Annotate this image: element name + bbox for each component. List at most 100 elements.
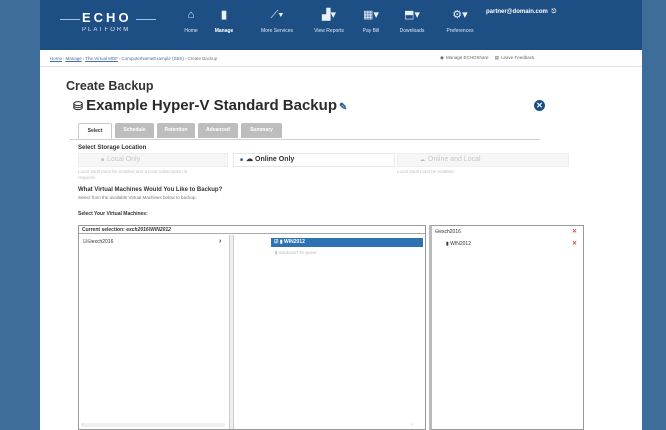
vm-browser: Current selection: exch2016\WIN2012 ☑⛁ex… bbox=[78, 225, 426, 430]
feedback-icon: ▤ bbox=[494, 55, 499, 60]
breadcrumb-manage[interactable]: Manage bbox=[66, 56, 82, 61]
top-nav-bar: ECHO PLATFORM ⌂ Home ▮ Manage ⟋▾ More Se… bbox=[40, 0, 642, 50]
nav-view-reports[interactable]: ▟▾ View Reports bbox=[306, 8, 352, 44]
breadcrumb-separator: › bbox=[185, 56, 187, 61]
reports-icon: ▟▾ bbox=[322, 9, 336, 21]
logo-line-left bbox=[60, 19, 80, 20]
storage-hint-local: Local Vault must be enabled and a local … bbox=[78, 169, 188, 180]
nav-home[interactable]: ⌂ Home bbox=[178, 8, 204, 44]
logo-line-right bbox=[136, 19, 156, 20]
echo-platform-logo[interactable]: ECHO PLATFORM bbox=[60, 10, 160, 42]
checkbox-icon[interactable]: ☑ bbox=[274, 239, 278, 245]
breadcrumb-actions: ◉ Manage ECHOShare ▤ Leave Feedback bbox=[440, 55, 534, 61]
current-selection: Current selection: exch2016\WIN2012 bbox=[79, 226, 425, 234]
vm-icon: ▮ bbox=[279, 239, 283, 245]
account-email: partner@domain.com bbox=[486, 9, 548, 15]
storage-heading: Select Storage Location bbox=[78, 145, 147, 151]
nav-label: Pay Bill bbox=[362, 28, 380, 34]
more-services-icon: ⟋▾ bbox=[270, 9, 284, 21]
nav-downloads[interactable]: ⬒▾ Downloads bbox=[393, 8, 431, 44]
scroll-right-icon[interactable]: › bbox=[411, 422, 413, 428]
host-column: ☑⛁exch2016 › ‹ bbox=[79, 235, 230, 429]
cloud-icon: ☁ bbox=[246, 156, 254, 163]
nav-label: Manage bbox=[214, 28, 234, 34]
selected-item-label: exch2016 bbox=[439, 229, 461, 235]
vm-item-win2012[interactable]: ☑ ▮ WIN2012 bbox=[271, 238, 423, 247]
vm-icon: ▮ bbox=[275, 250, 278, 255]
breadcrumb-separator: › bbox=[63, 56, 65, 61]
logout-icon[interactable]: ⎋ bbox=[552, 9, 557, 15]
radio-icon: ■ bbox=[101, 157, 105, 163]
home-icon: ⌂ bbox=[187, 9, 195, 21]
storage-option-label: Online Only bbox=[255, 156, 295, 163]
manage-icon: ▮ bbox=[220, 9, 228, 21]
expand-arrow-icon[interactable]: › bbox=[219, 238, 221, 245]
breadcrumb-bar: Home›Manage›The Virtual MDF›ComputerName… bbox=[40, 54, 642, 64]
nav-label: Downloads bbox=[399, 28, 425, 34]
downloads-icon: ⬒▾ bbox=[404, 9, 420, 21]
vm-column: ☑ ▮ WIN2012 ▮ windows7-hr-guest bbox=[235, 235, 425, 429]
nav-label: Preferences bbox=[446, 28, 474, 34]
storage-option-local-only[interactable]: ■ Local Only bbox=[78, 153, 228, 167]
leave-feedback-link[interactable]: Leave Feedback bbox=[501, 55, 534, 60]
breadcrumb: Home›Manage›The Virtual MDF›ComputerName… bbox=[50, 56, 217, 61]
share-icon: ◉ bbox=[440, 55, 444, 60]
edit-icon[interactable]: ✎ bbox=[339, 102, 347, 113]
storage-option-label: Local Only bbox=[107, 156, 141, 163]
selected-host-exch2016: ⛁exch2016 bbox=[435, 229, 461, 235]
backup-name-heading: ⛁ Example Hyper-V Standard Backup ✎ bbox=[73, 97, 347, 114]
vm-item-windows7[interactable]: ▮ windows7-hr-guest bbox=[275, 250, 317, 256]
pay-bill-icon: ▦▾ bbox=[363, 9, 379, 21]
nav-label: View Reports bbox=[314, 28, 344, 34]
host-label: exch2016 bbox=[91, 239, 114, 245]
host-item-exch2016[interactable]: ☑⛁exch2016 bbox=[83, 239, 113, 245]
horizontal-scrollbar[interactable] bbox=[81, 423, 225, 427]
current-selection-label: Current selection: bbox=[82, 227, 125, 233]
storage-option-online-only[interactable]: ■ ☁ Online Only bbox=[233, 153, 395, 167]
manage-echoshare-link[interactable]: Manage ECHOShare bbox=[446, 55, 489, 60]
storage-option-online-and-local[interactable]: ☁ Online and Local bbox=[397, 153, 569, 167]
nav-label: Home bbox=[184, 28, 198, 34]
tab-advanced[interactable]: Advanced bbox=[198, 123, 238, 138]
nav-more-services[interactable]: ⟋▾ More Services bbox=[255, 8, 299, 44]
selected-vm-win2012: ▮ WIN2012 bbox=[446, 241, 471, 247]
nav-manage[interactable]: ▮ Manage bbox=[209, 8, 239, 44]
cloud-icon: ☁ bbox=[420, 157, 425, 163]
vm-label: windows7-hr-guest bbox=[278, 250, 317, 255]
breadcrumb-current: Create Backup bbox=[187, 56, 218, 61]
vm-label: WIN2012 bbox=[284, 239, 305, 245]
vm-question-hint: Select from the available Virtual Machin… bbox=[78, 195, 197, 200]
tab-schedule[interactable]: Schedule bbox=[115, 123, 154, 138]
nav-label: More Services bbox=[261, 28, 293, 34]
host-icon: ⛁ bbox=[73, 99, 84, 113]
selected-vms-list: ⛁exch2016 ✕ ▮ WIN2012 ✕ bbox=[429, 225, 584, 430]
tab-select[interactable]: Select bbox=[78, 123, 112, 139]
nav-pay-bill[interactable]: ▦▾ Pay Bill bbox=[358, 8, 384, 44]
selected-item-label: WIN2012 bbox=[450, 241, 471, 247]
select-vm-label: Select Your Virtual Machines: bbox=[78, 211, 148, 217]
header-divider bbox=[40, 66, 642, 67]
storage-option-label: Online and Local bbox=[428, 156, 481, 163]
breadcrumb-home[interactable]: Home bbox=[50, 56, 62, 61]
preferences-icon: ⚙▾ bbox=[452, 9, 468, 21]
logo-subtext: PLATFORM bbox=[82, 27, 131, 33]
account-menu[interactable]: partner@domain.com ⎋ bbox=[486, 9, 556, 16]
breadcrumb-account[interactable]: The Virtual MDF bbox=[85, 56, 118, 61]
nav-preferences[interactable]: ⚙▾ Preferences bbox=[438, 8, 482, 44]
app-window: ECHO PLATFORM ⌂ Home ▮ Manage ⟋▾ More Se… bbox=[40, 0, 642, 430]
logo-text: ECHO bbox=[82, 10, 132, 25]
vm-question: What Virtual Machines Would You Like to … bbox=[78, 187, 223, 193]
backup-name: Example Hyper-V Standard Backup bbox=[86, 97, 337, 114]
tab-retention[interactable]: Retention bbox=[157, 123, 195, 138]
remove-icon[interactable]: ✕ bbox=[572, 240, 577, 247]
scroll-left-icon[interactable]: ‹ bbox=[82, 422, 84, 428]
storage-hint-online-local: Local Vault must be enabled. bbox=[397, 169, 455, 174]
column-splitter[interactable] bbox=[230, 235, 234, 429]
current-selection-value: exch2016\WIN2012 bbox=[126, 227, 171, 233]
selected-marker-icon: ■ bbox=[240, 157, 244, 163]
close-button[interactable]: ✕ bbox=[534, 100, 545, 111]
tab-summary[interactable]: Summary bbox=[241, 123, 282, 138]
remove-icon[interactable]: ✕ bbox=[572, 228, 577, 235]
breadcrumb-computer[interactable]: ComputerNameExample (SBS) bbox=[121, 56, 184, 61]
vm-icon: ▮ bbox=[446, 241, 449, 247]
